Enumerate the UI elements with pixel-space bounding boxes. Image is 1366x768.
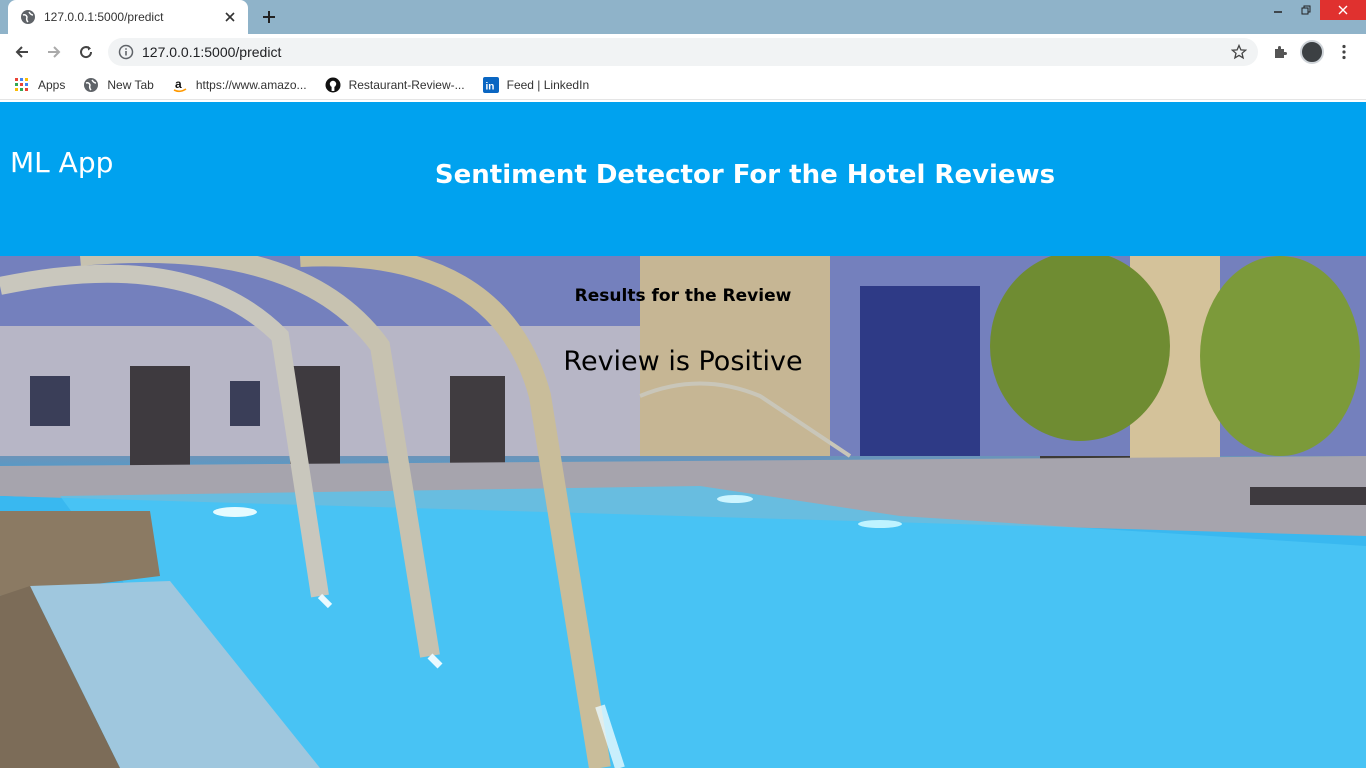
- bookmarks-bar: Apps New Tab a https://www.amazo... Rest…: [0, 70, 1366, 100]
- bookmark-label: https://www.amazo...: [195, 77, 307, 92]
- minimize-button[interactable]: [1264, 0, 1292, 20]
- app-header: ML App Sentiment Detector For the Hotel …: [0, 102, 1366, 256]
- restore-button[interactable]: [1292, 0, 1320, 20]
- pool-illustration: [0, 256, 1366, 768]
- kebab-menu-icon[interactable]: [1334, 40, 1354, 64]
- window-controls: [1264, 0, 1366, 20]
- globe-icon: [20, 9, 36, 25]
- web-page: ML App Sentiment Detector For the Hotel …: [0, 102, 1366, 768]
- bookmark-label: New Tab: [107, 77, 154, 92]
- svg-text:a: a: [175, 77, 182, 91]
- new-tab-button[interactable]: [256, 5, 282, 29]
- window-close-button[interactable]: [1320, 0, 1366, 20]
- bookmark-apps[interactable]: Apps: [14, 77, 65, 93]
- browser-toolbar: 127.0.0.1:5000/predict: [0, 34, 1366, 70]
- brand-logo-text[interactable]: ML App: [10, 146, 113, 179]
- svg-text:in: in: [485, 81, 494, 92]
- address-bar[interactable]: 127.0.0.1:5000/predict: [108, 38, 1258, 66]
- bookmark-star-icon[interactable]: [1228, 41, 1250, 63]
- github-icon: [325, 77, 341, 93]
- prediction-result: Review is Positive: [563, 346, 803, 377]
- browser-tabstrip: 127.0.0.1:5000/predict: [0, 0, 1366, 34]
- url-text: 127.0.0.1:5000/predict: [142, 44, 282, 60]
- forward-button[interactable]: [40, 38, 68, 66]
- bookmark-amazon[interactable]: a https://www.amazo...: [172, 77, 307, 93]
- bookmark-label: Apps: [38, 77, 66, 92]
- globe-icon: [83, 77, 99, 93]
- browser-tab[interactable]: 127.0.0.1:5000/predict: [8, 0, 248, 34]
- bookmark-label: Feed | LinkedIn: [506, 77, 590, 92]
- back-button[interactable]: [8, 38, 36, 66]
- apps-grid-icon: [14, 77, 30, 93]
- close-tab-icon[interactable]: [222, 9, 238, 25]
- bookmark-label: Restaurant-Review-...: [348, 77, 465, 92]
- page-heading: Sentiment Detector For the Hotel Reviews: [434, 160, 1056, 190]
- reload-button[interactable]: [72, 38, 100, 66]
- amazon-icon: a: [172, 77, 188, 93]
- hero-pool-image: Results for the Review Review is Positiv…: [0, 256, 1366, 768]
- results-title: Results for the Review: [574, 286, 792, 306]
- info-icon[interactable]: [118, 44, 134, 60]
- bookmark-github[interactable]: Restaurant-Review-...: [325, 77, 465, 93]
- bookmark-linkedin[interactable]: in Feed | LinkedIn: [482, 76, 590, 93]
- extensions-puzzle-icon[interactable]: [1268, 40, 1292, 64]
- tab-title: 127.0.0.1:5000/predict: [44, 10, 164, 24]
- profile-avatar[interactable]: [1300, 40, 1324, 64]
- bookmark-new-tab[interactable]: New Tab: [83, 77, 154, 93]
- linkedin-icon: in: [482, 76, 499, 93]
